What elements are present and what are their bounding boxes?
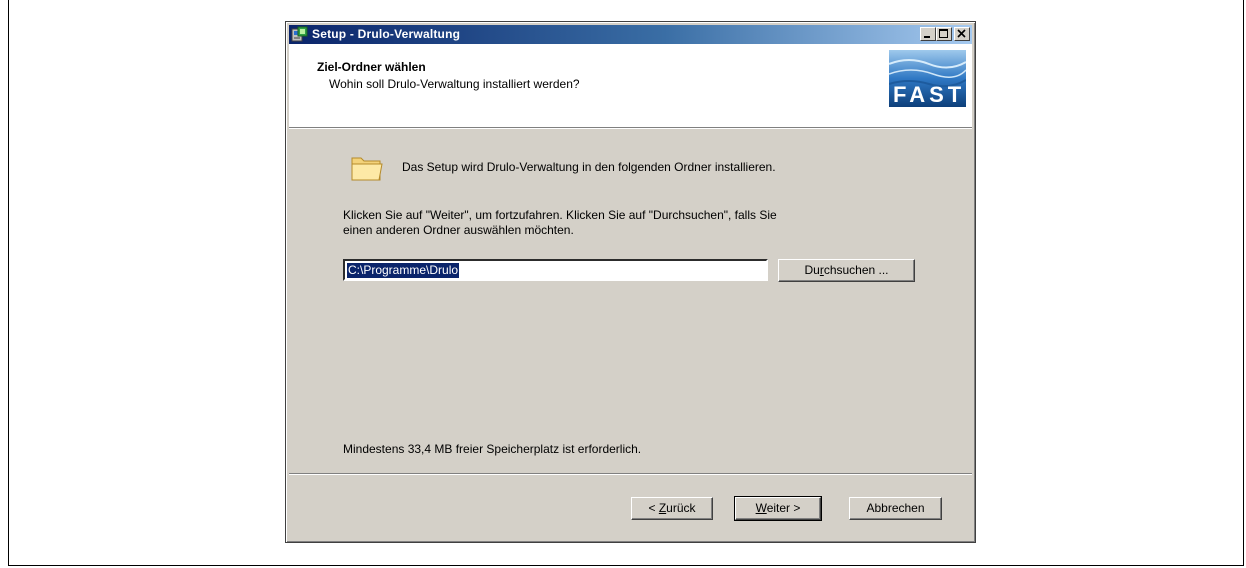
wizard-header: Ziel-Ordner wählen Wohin soll Drulo-Verw…	[289, 44, 972, 128]
page-title: Ziel-Ordner wählen	[317, 60, 426, 74]
browse-label-start: Du	[804, 263, 820, 277]
footer-divider	[289, 473, 972, 475]
intro-text: Das Setup wird Drulo-Verwaltung in den f…	[402, 160, 776, 174]
cancel-button[interactable]: Abbrechen	[849, 497, 942, 520]
close-button[interactable]	[954, 27, 970, 41]
setup-window: Setup - Drulo-Verwaltung Ziel-Ordner wäh…	[285, 21, 976, 543]
instruction-line-2: einen anderen Ordner auswählen möchten.	[343, 223, 574, 237]
maximize-button[interactable]	[936, 27, 952, 41]
next-button[interactable]: Weiter >	[734, 496, 822, 521]
close-icon	[957, 29, 966, 38]
instruction-line-1: Klicken Sie auf "Weiter", um fortzufahre…	[343, 208, 777, 222]
folder-icon	[351, 157, 383, 181]
browse-label-end: chsuchen ...	[823, 263, 889, 277]
disk-space-note: Mindestens 33,4 MB freier Speicherplatz …	[343, 442, 642, 456]
browse-button[interactable]: Durchsuchen ...	[778, 259, 915, 282]
fast-logo: FAST	[889, 50, 966, 107]
minimize-icon	[924, 36, 930, 38]
back-label-start: <	[648, 501, 659, 515]
title-bar[interactable]: Setup - Drulo-Verwaltung	[289, 25, 972, 44]
back-button[interactable]: < Zurück	[631, 497, 713, 520]
back-label-end: urück	[666, 501, 696, 515]
setup-app-icon	[291, 26, 308, 42]
install-path-value: C:\Programme\Drulo	[347, 263, 460, 278]
page-subtitle: Wohin soll Drulo-Verwaltung installiert …	[329, 77, 580, 91]
header-divider	[289, 128, 972, 129]
window-title: Setup - Drulo-Verwaltung	[312, 27, 461, 41]
maximize-icon	[939, 29, 948, 38]
next-label-end: eiter >	[766, 501, 801, 515]
logo-text: FAST	[893, 82, 965, 107]
minimize-button[interactable]	[920, 27, 936, 41]
next-label-accel: W	[755, 501, 767, 515]
install-path-input[interactable]: C:\Programme\Drulo	[343, 259, 768, 281]
